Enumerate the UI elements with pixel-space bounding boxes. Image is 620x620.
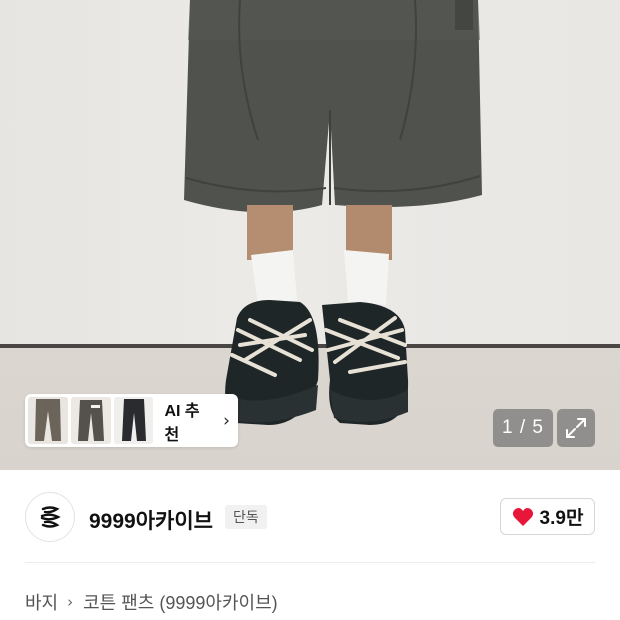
seller-row: 9999아카이브 단독 3.9만 <box>0 470 620 562</box>
image-counter: 1 / 5 <box>493 409 553 447</box>
like-count: 3.9만 <box>539 508 584 529</box>
recommend-thumb-3 <box>113 397 154 444</box>
chevron-right-icon: › <box>67 593 74 611</box>
expand-icon <box>566 418 586 438</box>
like-button[interactable]: 3.9만 <box>500 498 595 535</box>
breadcrumb: 바지 › 코튼 팬츠 (9999아카이브) <box>25 589 278 615</box>
ai-recommend-button[interactable]: AI 추천 › <box>25 394 238 447</box>
heart-icon <box>512 507 533 526</box>
brand-logo-icon <box>40 506 61 528</box>
pants-thumbnail-icon <box>28 397 68 444</box>
pants-thumbnail-icon <box>70 397 111 444</box>
product-image[interactable]: AI 추천 › 1 / 5 <box>0 0 620 470</box>
chevron-right-icon: › <box>223 410 230 431</box>
breadcrumb-product: 코튼 팬츠 (9999아카이브) <box>83 593 278 613</box>
ai-recommend-label: AI 추천 <box>164 402 200 444</box>
section-divider <box>25 562 595 563</box>
seller-name[interactable]: 9999아카이브 <box>89 505 213 535</box>
exclusive-badge: 단독 <box>225 505 267 529</box>
expand-button[interactable] <box>557 409 595 447</box>
recommend-thumb-2 <box>70 397 111 444</box>
pants-thumbnail-icon <box>113 397 154 444</box>
breadcrumb-category[interactable]: 바지 <box>25 589 58 615</box>
brand-logo[interactable] <box>25 492 75 542</box>
recommend-thumb-1 <box>28 397 68 444</box>
